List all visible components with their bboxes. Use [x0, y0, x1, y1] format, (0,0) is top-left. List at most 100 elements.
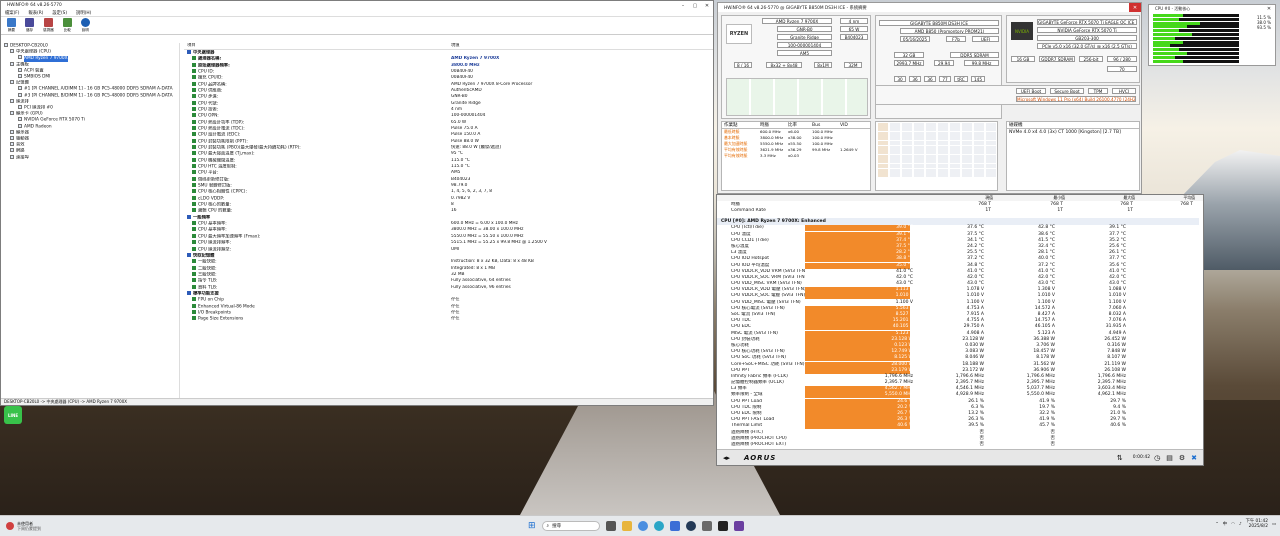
ops-panel: 作業點 時脈 比率 Bus VID 最低時脈 600.0 MHz x6.00 100.0 MH… — [721, 121, 871, 191]
gpu-name: GIGABYTE GeForce RTX 5070 Ti EAGLE OC IC… — [1037, 19, 1137, 25]
detail-key: CPU 基本頻率: — [198, 221, 227, 227]
detail-key: CPU 熱設計電流 (TDC): — [198, 126, 245, 132]
mem-timing-table — [875, 121, 998, 191]
help-button[interactable]: 說明 — [80, 18, 90, 33]
detail-key: cLDO VDDP: — [198, 196, 225, 202]
taskbar: 未使用者 下周仍蒙提到 ⊞ ⌕ 搜尋 ⌃ 中 ◠ ♪ 下午 01:42 2025/8/… — [0, 515, 1280, 536]
desktop-icon-line[interactable]: LINE — [4, 406, 22, 424]
store-icon[interactable] — [669, 521, 680, 531]
cpuz-taskbar-icon[interactable] — [733, 521, 744, 531]
hwinfo-taskbar-icon[interactable] — [701, 521, 712, 531]
clock-icon[interactable]: ◷ — [1154, 454, 1160, 462]
drives-panel: 磁碟機 NVMe 4.0 x4 4.0 (3x) CT 1000 [Kingst… — [1006, 121, 1140, 191]
detail-key: CPU 匯流排類型: — [198, 247, 232, 252]
close-icon[interactable]: ✕ — [1263, 5, 1275, 12]
hwinfo-main-window: HWiNFO® 64 v8.26-5770 – ▢ ✕ 檔案(F) 報表(R) 設定… — [0, 0, 714, 406]
sensor-bottom-bar: ◂▸ AORUS ⇅ 0:00:42 ◷ ▤ ⚙ ✖ — [717, 449, 1203, 465]
core-bar-fill — [1153, 29, 1179, 33]
start-icon[interactable]: ⊞ — [528, 521, 536, 531]
detail-key: CPU 技術: — [198, 107, 219, 113]
task-view-icon[interactable] — [605, 521, 616, 531]
core-bar — [1153, 29, 1239, 33]
core-bar — [1153, 59, 1239, 63]
sensor-row[interactable]: 過熱降頻 (PROCHOT EXT) 否 否 — [717, 442, 1199, 448]
close-icon[interactable]: ✕ — [1129, 3, 1141, 12]
acpi-icon — [18, 67, 22, 72]
volume-icon[interactable]: ♪ — [1239, 522, 1242, 527]
menu-report[interactable]: 報表(R) — [28, 10, 43, 16]
steam-icon[interactable] — [685, 521, 696, 531]
detail-key: CPU 代號: — [198, 101, 219, 107]
nav-left-icon[interactable]: ◂▸ — [723, 454, 730, 462]
close-sensors-icon[interactable]: ✖ — [1191, 454, 1197, 462]
save-button[interactable]: 儲存 — [25, 18, 34, 33]
chipset: AMD B850 (Promontory PROM21) — [900, 28, 999, 34]
core-bar-fill — [1153, 55, 1175, 59]
maximize-icon[interactable]: ▢ — [689, 1, 701, 10]
wifi-icon[interactable]: ◠ — [1231, 522, 1235, 527]
gpu-rops: 96 / 280 — [1107, 56, 1137, 62]
ops-cell: 平均有效時脈 — [724, 153, 748, 158]
detail-key: CPU HTC 溫度限制: — [198, 164, 237, 170]
property-icon — [192, 68, 196, 73]
weather-widget[interactable]: 未使用者 下周仍蒙提到 — [0, 521, 150, 531]
minimize-icon[interactable]: – — [677, 1, 689, 10]
sensor-bar-fill — [805, 237, 910, 244]
settings-icon[interactable]: ⚙ — [1179, 454, 1185, 462]
detail-header-row: 項目 現值 — [184, 43, 713, 50]
report-icon[interactable]: ▤ — [1166, 454, 1173, 462]
network-icon[interactable]: ⇅ — [1117, 454, 1123, 462]
menu-help[interactable]: 說明(H) — [76, 10, 91, 16]
summary-titlebar[interactable]: HWiNFO® 64 v8.26-5770 @ GIGABYTE B850M D… — [718, 3, 1141, 12]
main-titlebar[interactable]: HWiNFO® 64 v8.26-5770 – ▢ ✕ — [1, 1, 713, 10]
aorus-taskbar-icon[interactable] — [717, 521, 728, 531]
property-icon — [192, 303, 196, 308]
tray-chevron-icon[interactable]: ⌃ — [1215, 522, 1219, 527]
tree-item[interactable]: 連接埠 — [4, 154, 179, 161]
sensor-bar-fill — [805, 398, 910, 405]
aorus-logo: AORUS — [744, 453, 777, 462]
property-icon — [192, 113, 196, 118]
menu-settings[interactable]: 設定(S) — [52, 10, 67, 16]
detail-key: CPU 基本頻率: — [198, 227, 227, 233]
detail-key: SMU 韌體修訂版: — [198, 183, 232, 189]
hwinfo-summary-window: HWiNFO® 64 v8.26-5770 @ GIGABYTE B850M D… — [717, 2, 1142, 194]
property-icon — [192, 246, 196, 251]
detail-key: CPU 封裝功耗限制 (PPT): — [198, 139, 248, 145]
close-icon[interactable]: ✕ — [701, 1, 713, 10]
property-icon — [192, 132, 196, 137]
notification-icon[interactable]: ▭ — [1272, 522, 1276, 527]
core-bar-fill — [1153, 14, 1184, 17]
property-icon — [192, 278, 196, 283]
edge-icon[interactable] — [653, 521, 664, 531]
detail-key: I/O Breakpoints — [198, 310, 232, 316]
file-explorer-icon[interactable] — [621, 521, 632, 531]
detail-key: 標準功能支援 — [193, 291, 219, 297]
summary-button[interactable]: 摘要 — [7, 18, 16, 33]
sensor-row[interactable]: Command Rate 1T 1T 1T — [717, 208, 1199, 214]
core-bar-fill — [1153, 52, 1188, 55]
sensor-bar-fill — [805, 404, 910, 411]
tree-item[interactable]: #3 [PI CHANNEL B/DIMM 1] - 16 GB PC5-480… — [4, 92, 179, 99]
chrome-icon[interactable] — [637, 521, 648, 531]
compare-button[interactable]: 比較 — [62, 18, 72, 33]
detail-row[interactable]: Page Size Extensions 存在 — [184, 316, 713, 322]
property-icon — [192, 81, 196, 86]
drive-item[interactable]: NVMe 4.0 x4 4.0 (3x) CT 1000 [Kingston] … — [1007, 129, 1139, 136]
ryzen-logo: RYZEN — [726, 24, 752, 44]
language-indicator[interactable]: 中 — [1223, 521, 1227, 527]
main-title: HWiNFO® 64 v8.26-5770 — [7, 3, 62, 8]
tree-item[interactable]: #1 [PI CHANNEL A/DIMM 1] - 16 GB PC5-480… — [4, 86, 179, 92]
property-icon — [192, 151, 196, 156]
clock[interactable]: 下午 01:42 2025/8/2 — [1246, 519, 1268, 529]
sensor-value: 1T — [1127, 208, 1133, 214]
sensor-bar-fill — [805, 250, 910, 257]
ops-row[interactable]: 平均有效時脈 3.3 MHz x0.03 — [722, 153, 870, 159]
drive-icon — [10, 136, 14, 141]
sensors-button[interactable]: 感測器 — [43, 18, 54, 33]
cpu-platform: AM5 — [777, 50, 832, 56]
search-box[interactable]: ⌕ 搜尋 — [541, 521, 600, 531]
monitor-titlebar[interactable]: CPU #0 - 活動核心 ✕ — [1149, 5, 1275, 12]
sensor-section-header[interactable]: CPU [#0]: AMD Ryzen 7 9700X: Enhanced — [717, 218, 1199, 226]
menu-file[interactable]: 檔案(F) — [5, 10, 19, 16]
